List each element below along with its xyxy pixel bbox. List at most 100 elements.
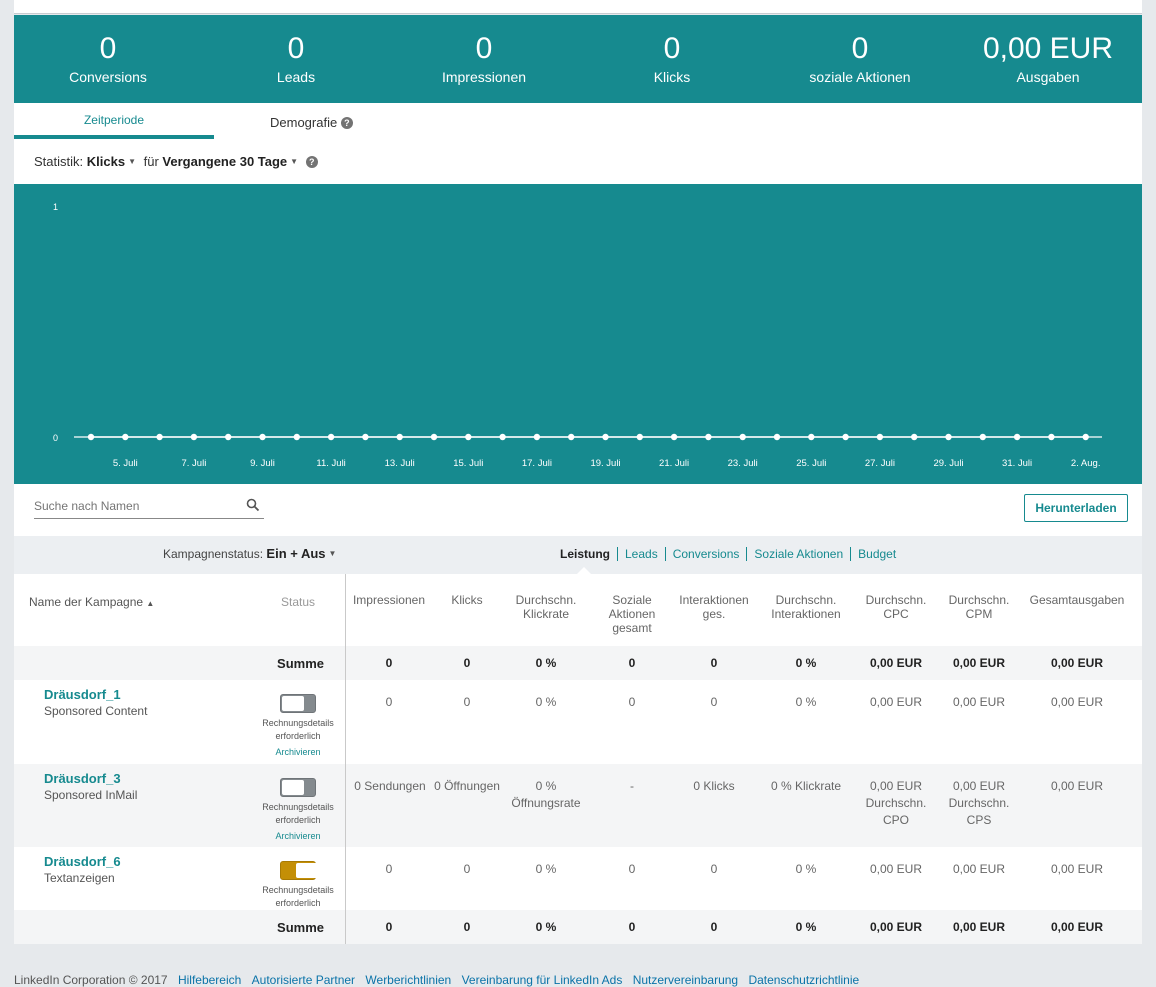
top-bar — [14, 0, 1142, 14]
x-tick-label: 27. Juli — [865, 458, 895, 469]
summary-cpm: 0,00 EUR — [952, 920, 1006, 934]
view-tab-leads[interactable]: Leads — [617, 547, 665, 561]
x-tick-label: 15. Juli — [453, 458, 483, 469]
col-interactions-header[interactable]: Interaktionen ges. — [674, 593, 754, 621]
footer-link-help[interactable]: Hilfebereich — [178, 973, 241, 987]
view-tab-social[interactable]: Soziale Aktionen — [746, 547, 851, 561]
caret-down-icon[interactable]: ▼ — [290, 157, 298, 166]
cell-social: 0 — [628, 695, 636, 709]
metric-impressions[interactable]: 0 Impressionen — [390, 15, 578, 103]
cell-ctr: 0 % Öffnungsrate — [511, 779, 581, 810]
col-ctr-header[interactable]: Durchschn. Klickrate — [504, 593, 588, 621]
data-point — [1013, 433, 1021, 441]
summary-label: Summe — [277, 920, 324, 935]
col-name-header[interactable]: Name der Kampagne ▲ — [29, 595, 154, 611]
cell-spend: 0,00 EUR — [1050, 779, 1104, 793]
col-clicks-header[interactable]: Klicks — [434, 593, 500, 607]
view-tab-conversions[interactable]: Conversions — [664, 547, 747, 561]
status-toggle[interactable] — [280, 694, 316, 713]
cell-ctr: 0 % — [535, 862, 557, 876]
copyright: LinkedIn Corporation © 2017 — [14, 973, 168, 987]
download-button[interactable]: Herunterladen — [1024, 494, 1128, 522]
data-point — [773, 433, 781, 441]
metric-dropdown[interactable]: Klicks — [87, 154, 125, 169]
campaign-dashboard: 0 Conversions 0 Leads 0 Impressionen 0 Klick… — [14, 15, 1142, 944]
col-avg-interactions-header[interactable]: Durchschn. Interaktionen — [764, 593, 848, 621]
active-view-pointer — [577, 567, 591, 574]
search-input[interactable] — [34, 496, 234, 513]
data-point — [362, 433, 369, 441]
help-icon[interactable]: ? — [305, 156, 318, 168]
metric-label: soziale Aktionen — [809, 69, 911, 85]
campaign-name-link[interactable]: Dräusdorf_6 — [44, 854, 121, 869]
table-row: Dräusdorf_1 Sponsored Content Rechnungsd… — [14, 680, 1142, 764]
tab-demografie[interactable]: Demografie ? — [270, 115, 353, 130]
campaign-name-link[interactable]: Dräusdorf_1 — [44, 687, 121, 702]
x-tick-label: 17. Juli — [522, 458, 552, 469]
table-header: Name der Kampagne ▲ Status Impressionen … — [14, 574, 1142, 646]
summary-impressions: 0 — [385, 920, 393, 934]
footer-link-ads-agreement[interactable]: Vereinbarung für LinkedIn Ads — [462, 973, 623, 987]
x-tick-label: 19. Juli — [590, 458, 620, 469]
for-label: für — [143, 154, 159, 169]
campaign-status-filter[interactable]: Kampagnenstatus: Ein + Aus ▼ — [163, 546, 340, 561]
cell-avg-interactions: 0 % — [795, 862, 817, 876]
footer-link-privacy[interactable]: Datenschutzrichtlinie — [748, 973, 859, 987]
caret-down-icon[interactable]: ▼ — [128, 157, 136, 166]
col-impressions-header[interactable]: Impressionen — [348, 593, 430, 607]
summary-ctr: 0 % — [535, 656, 557, 670]
x-tick-label: 29. Juli — [933, 458, 963, 469]
billing-note: Rechnungsdetails erforderlich — [262, 802, 334, 825]
metric-leads[interactable]: 0 Leads — [202, 15, 390, 103]
summary-row: Summe 0 0 0 % 0 0 0 % 0,00 EUR 0,00 EUR … — [14, 910, 1142, 944]
tab-demografie-label: Demografie — [270, 115, 338, 130]
metric-label: Ausgaben — [1016, 69, 1080, 85]
data-point — [842, 433, 849, 441]
metric-clicks[interactable]: 0 Klicks — [578, 15, 766, 103]
toggle-knob — [282, 696, 304, 711]
col-social-header[interactable]: Soziale Aktionen gesamt — [594, 593, 670, 635]
archive-link[interactable]: Archivieren — [254, 831, 342, 841]
metric-label: Conversions — [69, 69, 147, 85]
archive-link[interactable]: Archivieren — [254, 747, 342, 757]
data-point — [190, 433, 198, 441]
data-point — [430, 433, 438, 441]
metric-spend[interactable]: 0,00 EUR Ausgaben — [954, 15, 1142, 103]
summary-cpc: 0,00 EUR — [869, 656, 923, 670]
cell-clicks: 0 — [463, 695, 471, 709]
col-cpc-header[interactable]: Durchschn. CPC — [860, 593, 932, 621]
status-toggle[interactable] — [280, 778, 316, 797]
summary-interactions: 0 — [710, 656, 718, 670]
cell-impressions: 0 — [385, 695, 393, 709]
x-tick-label: 7. Juli — [181, 458, 206, 469]
tab-zeitperiode[interactable]: Zeitperiode — [14, 112, 214, 139]
cell-clicks: 0 — [463, 862, 471, 876]
cell-avg-interactions: 0 % Klickrate — [770, 779, 842, 793]
summary-ctr: 0 % — [535, 920, 557, 934]
campaign-type: Sponsored InMail — [44, 788, 138, 802]
help-icon[interactable]: ? — [340, 117, 353, 129]
billing-note: Rechnungsdetails erforderlich — [262, 718, 334, 741]
footer-link-ad-guidelines[interactable]: Werberichtlinien — [365, 973, 451, 987]
view-tab-leistung[interactable]: Leistung — [560, 547, 617, 561]
metric-conversions[interactable]: 0 Conversions — [14, 15, 202, 103]
metric-social-actions[interactable]: 0 soziale Aktionen — [766, 15, 954, 103]
data-point — [499, 433, 506, 441]
summary-spend: 0,00 EUR — [1050, 920, 1104, 934]
footer: LinkedIn Corporation © 2017 Hilfebereich… — [14, 973, 859, 987]
col-spend-header[interactable]: Gesamtausgaben — [1022, 593, 1132, 607]
view-tab-budget[interactable]: Budget — [850, 547, 904, 561]
x-tick-label: 21. Juli — [659, 458, 689, 469]
table-toolbar: Kampagnenstatus: Ein + Aus ▼ Leistung Lead… — [14, 536, 1142, 574]
data-point — [739, 433, 746, 441]
col-status-header: Status — [280, 595, 316, 609]
y-tick-label: 1 — [53, 202, 58, 212]
footer-link-user-agreement[interactable]: Nutzervereinbarung — [633, 973, 738, 987]
status-toggle[interactable] — [280, 861, 318, 880]
col-cpm-header[interactable]: Durchschn. CPM — [943, 593, 1015, 621]
search-icon[interactable] — [246, 498, 260, 517]
campaign-name-link[interactable]: Dräusdorf_3 — [44, 771, 121, 786]
footer-link-partners[interactable]: Autorisierte Partner — [252, 973, 355, 987]
data-point — [568, 433, 575, 441]
period-dropdown[interactable]: Vergangene 30 Tage — [162, 154, 287, 169]
